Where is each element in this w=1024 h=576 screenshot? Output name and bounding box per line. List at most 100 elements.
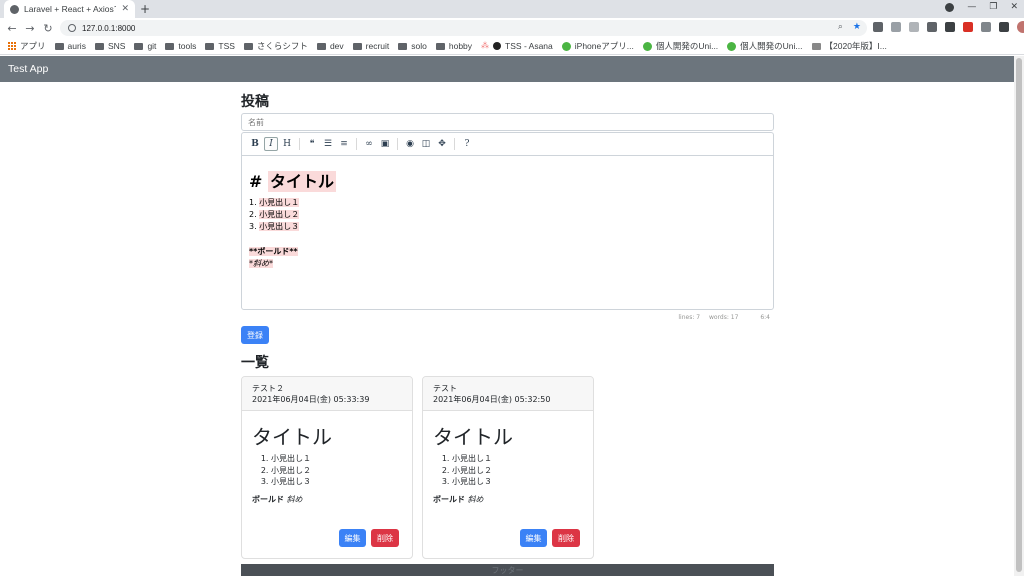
puzzle-icon[interactable] — [999, 22, 1009, 32]
editor-list-line: 2. 小見出し２ — [249, 210, 300, 219]
image-icon[interactable]: ▣ — [378, 137, 392, 151]
extension-icon[interactable] — [909, 22, 919, 32]
list-heading: 一覧 — [241, 355, 269, 371]
folder-icon — [54, 42, 64, 50]
bookmark-folder[interactable]: git — [134, 41, 156, 51]
bookmark-folder[interactable]: dev — [316, 41, 344, 51]
post-card: テスト２ 2021年06月04日(金) 05:33:39 タイトル 小見出し１ … — [241, 376, 413, 559]
help-icon[interactable]: ? — [460, 137, 474, 151]
fullscreen-icon[interactable]: ✥ — [435, 137, 449, 151]
app-brand[interactable]: Test App — [8, 63, 48, 75]
post-heading: 投稿 — [241, 94, 269, 110]
bookmark-link[interactable]: 【2020年版】I... — [811, 40, 887, 52]
post-author: テスト — [433, 384, 457, 393]
ordered-list-icon[interactable]: ≡ — [337, 137, 351, 151]
post-title: タイトル — [433, 425, 513, 449]
extension-icon[interactable] — [873, 22, 883, 32]
bookmark-link[interactable]: iPhoneアプリ... — [561, 40, 634, 52]
new-tab-icon[interactable]: + — [140, 2, 150, 16]
bookmark-folder[interactable]: auris — [54, 41, 86, 51]
unordered-list-icon[interactable]: ☰ — [321, 137, 335, 151]
bookmark-folder[interactable]: hobby — [435, 41, 472, 51]
bookmarks-bar: アプリ auris SNS git tools TSS さくらシフト dev r… — [0, 38, 1024, 55]
extension-icon[interactable] — [927, 22, 937, 32]
post-actions: 編集 削除 — [339, 529, 399, 547]
post-date: 2021年06月04日(金) 05:32:50 — [433, 395, 551, 404]
edit-button[interactable]: 編集 — [520, 529, 547, 547]
scrollbar-thumb[interactable] — [1016, 58, 1022, 572]
list-item: 小見出し２ — [452, 465, 583, 477]
link-icon[interactable]: ∞ — [362, 137, 376, 151]
list-item: 小見出し１ — [452, 453, 583, 465]
toolbar-separator — [356, 138, 357, 150]
name-input[interactable] — [241, 113, 774, 131]
bookmark-folder[interactable]: tools — [165, 41, 196, 51]
tab-close-icon[interactable]: ✕ — [121, 4, 129, 14]
bold-icon[interactable]: B — [248, 137, 262, 151]
bookmark-link[interactable]: ⁂ TSS - Asana — [481, 41, 553, 51]
toolbar-separator — [397, 138, 398, 150]
bookmark-folder[interactable]: TSS — [205, 41, 235, 51]
bookmark-star-icon[interactable]: ★ — [853, 22, 861, 32]
bookmark-folder[interactable]: recruit — [352, 41, 389, 51]
post-emphasis-line: ボールド 斜め — [433, 494, 484, 504]
extension-icon[interactable] — [963, 22, 973, 32]
page-footer: フッター — [241, 564, 774, 576]
post-title: タイトル — [252, 425, 332, 449]
extension-icon[interactable] — [945, 22, 955, 32]
bookmark-folder[interactable]: さくらシフト — [243, 40, 308, 52]
cursor-position: 6:4 — [760, 314, 770, 321]
avatar[interactable] — [1017, 21, 1024, 33]
page-scrollbar[interactable] — [1014, 56, 1024, 576]
restore-icon[interactable]: ❐ — [989, 2, 997, 12]
folder-icon — [94, 42, 104, 50]
markdown-editor[interactable]: # タイトル 1. 小見出し１ 2. 小見出し２ 3. 小見出し３ **ボールド… — [241, 155, 774, 310]
minimize-icon[interactable]: — — [967, 2, 976, 12]
extension-icon[interactable] — [891, 22, 901, 32]
site-icon — [642, 41, 652, 51]
post-actions: 編集 削除 — [520, 529, 580, 547]
extension-icon[interactable] — [981, 22, 991, 32]
post-card-body: タイトル 小見出し１ 小見出し２ 小見出し３ ボールド 斜め 編集 削除 — [242, 411, 412, 558]
folder-icon — [435, 42, 445, 50]
heading-icon[interactable]: H — [280, 137, 294, 151]
preview-eye-icon[interactable]: ◉ — [403, 137, 417, 151]
lines-count: lines: 7 — [678, 314, 701, 321]
zoom-icon[interactable]: ⌕ — [838, 22, 843, 32]
submit-button[interactable]: 登録 — [241, 326, 269, 344]
quote-icon[interactable]: ❝ — [305, 137, 319, 151]
bookmark-apps[interactable]: アプリ — [8, 40, 46, 52]
post-card: テスト 2021年06月04日(金) 05:32:50 タイトル 小見出し１ 小… — [422, 376, 594, 559]
back-icon[interactable]: ← — [3, 22, 21, 35]
site-info-icon[interactable] — [68, 24, 76, 32]
folder-icon — [398, 42, 408, 50]
folder-icon — [134, 42, 144, 50]
address-bar[interactable]: 127.0.0.1:8000 ⌕ ★ — [60, 20, 867, 36]
words-count: words: 17 — [708, 314, 739, 321]
edit-button[interactable]: 編集 — [339, 529, 366, 547]
browser-toolbar: ← → ↻ 127.0.0.1:8000 ⌕ ★ ⋮ — [0, 18, 1024, 38]
post-author: テスト２ — [252, 384, 284, 393]
list-item: 小見出し２ — [271, 465, 402, 477]
bookmark-folder[interactable]: solo — [398, 41, 427, 51]
close-window-icon[interactable]: ✕ — [1010, 2, 1018, 12]
site-icon — [811, 42, 821, 50]
editor-list: 1. 小見出し１ 2. 小見出し２ 3. 小見出し３ — [249, 197, 766, 233]
delete-button[interactable]: 削除 — [371, 529, 399, 547]
extensions-area: ⋮ — [873, 21, 1024, 33]
italic-icon[interactable]: I — [264, 137, 278, 151]
forward-icon[interactable]: → — [21, 22, 39, 35]
delete-button[interactable]: 削除 — [552, 529, 580, 547]
site-icon — [727, 41, 737, 51]
bookmark-link[interactable]: 個人開発のUni... — [642, 40, 718, 52]
list-item: 小見出し３ — [271, 476, 402, 488]
toolbar-separator — [299, 138, 300, 150]
profile-menu-icon[interactable] — [945, 2, 955, 12]
side-by-side-icon[interactable]: ◫ — [419, 137, 433, 151]
bookmark-folder[interactable]: SNS — [94, 41, 125, 51]
reload-icon[interactable]: ↻ — [39, 22, 57, 35]
list-item: 小見出し３ — [452, 476, 583, 488]
browser-tab[interactable]: Laravel + React + Axiosで ✕ — [4, 0, 135, 18]
list-item: 小見出し１ — [271, 453, 402, 465]
bookmark-link[interactable]: 個人開発のUni... — [727, 40, 803, 52]
